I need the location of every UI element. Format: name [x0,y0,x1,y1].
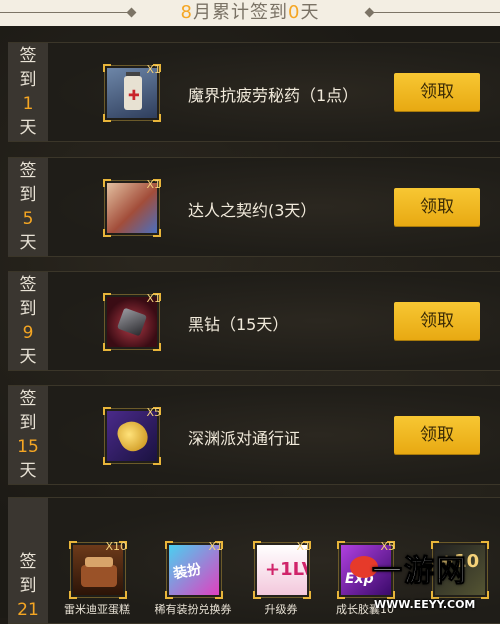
label-char: 天 [19,118,37,138]
label-char: 签 [19,552,37,572]
item-quantity: X5 [146,406,161,419]
watermark-url: WWW.EEYY.COM [374,598,476,611]
label-char: 签 [19,46,37,66]
item-quantity: X1 [208,540,223,553]
claim-button[interactable]: 领取 [394,416,480,454]
reward-row-day-15: 签 到 15 天 X5 深渊派对通行证 领取 [8,385,500,485]
title-text: 月累计签到 [193,2,288,23]
item-name: 魔界抗疲劳秘药（1点） [188,86,359,105]
item-quantity: X1 [146,178,161,191]
reward-item-slot[interactable]: X5 [103,406,161,465]
day-label: 签 到 1 天 [8,43,48,141]
day-number: 9 [22,323,34,343]
label-char: 签 [19,275,37,295]
item-name: 稀有装扮兑换券 [154,603,232,616]
claim-button[interactable]: 领取 [394,73,480,111]
day-number: 21 [17,600,39,620]
label-char: 天 [19,347,37,367]
reward-item-slot[interactable]: ✚ X1 [103,63,161,122]
label-char: 到 [19,413,37,433]
label-char: 到 [19,185,37,205]
page-header: 8月累计签到0天 [0,0,500,26]
label-char: 到 [19,576,37,596]
watermark-title: 一游网 [372,554,468,590]
day-number: 1 [22,94,34,114]
item-name: 雷米迪亚蛋糕 [64,603,130,616]
reward-row-day-9: 签 到 9 天 X1 黑钻（15天） 领取 [8,271,500,371]
signin-count: 0 [288,2,301,23]
label-char: 天 [19,233,37,253]
item-quantity: X1 [296,540,311,553]
row-body: ✚ X1 魔界抗疲劳秘药（1点） 领取 [48,43,500,141]
day-label: 签 到 21 [8,498,48,623]
month-number: 8 [180,2,193,23]
icon-text: 装扮 [171,561,203,583]
title-suffix: 天 [300,2,320,23]
label-char: 天 [19,461,37,481]
page-title: 8月累计签到0天 [0,0,500,26]
claim-button[interactable]: 领取 [394,302,480,340]
item-name: 升级券 [264,603,298,616]
day-number: 15 [17,437,39,457]
day-label: 签 到 9 天 [8,272,48,370]
reward-item-slot[interactable]: X1 [103,292,161,351]
site-watermark: 一游网 WWW.EEYY.COM [350,546,500,618]
reward-row-day-5: 签 到 5 天 X1 达人之契约(3天） 领取 [8,157,500,257]
claim-button[interactable]: 领取 [394,188,480,226]
label-char: 到 [19,70,37,90]
label-char: 签 [19,389,37,409]
reward-item-slot[interactable]: X10 [69,540,127,599]
row-body: X5 深渊派对通行证 领取 [48,386,500,484]
item-name: 达人之契约(3天） [188,201,317,220]
day-label: 签 到 5 天 [8,158,48,256]
item-name: 深渊派对通行证 [188,429,301,448]
item-quantity: X1 [146,292,161,305]
item-quantity: X1 [146,63,161,76]
reward-item-slot[interactable]: 装扮 X1 [165,540,223,599]
row-body: X1 达人之契约(3天） 领取 [48,158,500,256]
label-char: 签 [19,161,37,181]
reward-item-slot[interactable]: +1LV X1 [253,540,311,599]
day-number: 5 [22,209,34,229]
item-quantity: X10 [105,540,127,553]
row-body: X1 黑钻（15天） 领取 [48,272,500,370]
item-name: 黑钻（15天） [188,315,289,334]
day-label: 签 到 15 天 [8,386,48,484]
icon-text: +1LV [265,559,307,580]
reward-item-slot[interactable]: X1 [103,178,161,237]
reward-row-day-1: 签 到 1 天 ✚ X1 魔界抗疲劳秘药（1点） 领取 [8,42,500,142]
label-char: 到 [19,299,37,319]
